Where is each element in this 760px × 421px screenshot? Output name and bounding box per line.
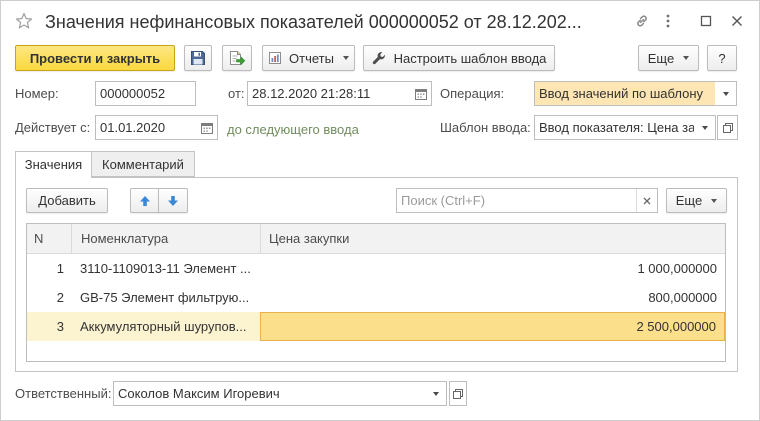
star-icon[interactable] bbox=[15, 12, 33, 30]
row-number: 3 bbox=[56, 319, 64, 334]
table-row[interactable]: 3 Аккумуляторный шурупов... 2 500,000000 bbox=[27, 312, 725, 341]
search-clear-button[interactable] bbox=[636, 189, 657, 212]
valid-from-label: Действует с: bbox=[15, 120, 91, 135]
valid-until-hint: до следующего ввода bbox=[227, 122, 359, 137]
search-input[interactable] bbox=[397, 189, 636, 212]
values-table: N Номенклатура Цена закупки 1 3110-11090… bbox=[26, 223, 726, 362]
more-vertical-icon[interactable] bbox=[660, 13, 676, 29]
close-icon[interactable] bbox=[730, 14, 744, 28]
link-icon[interactable] bbox=[634, 13, 650, 29]
document-form-window: Значения нефинансовых показателей 000000… bbox=[0, 0, 760, 421]
template-label: Шаблон ввода: bbox=[440, 120, 531, 135]
chevron-down-icon bbox=[683, 56, 690, 60]
help-label: ? bbox=[718, 50, 726, 66]
move-down-button[interactable] bbox=[158, 188, 188, 213]
template-value: Ввод показателя: Цена за bbox=[539, 120, 694, 135]
operation-label: Операция: bbox=[440, 86, 505, 101]
row-number: 1 bbox=[56, 261, 64, 276]
search-field[interactable] bbox=[396, 188, 658, 213]
help-button[interactable]: ? bbox=[707, 45, 737, 71]
add-row-label: Добавить bbox=[38, 193, 96, 208]
chevron-down-icon bbox=[342, 56, 349, 60]
configure-template-button[interactable]: Настроить шаблон ввода bbox=[363, 45, 555, 71]
responsible-open-button[interactable] bbox=[449, 381, 467, 406]
date-calendar-button[interactable] bbox=[410, 82, 431, 105]
number-field[interactable]: 000000052 bbox=[95, 81, 196, 106]
row-item[interactable]: GB-75 Элемент фильтрую... bbox=[71, 283, 260, 312]
chevron-down-icon bbox=[711, 198, 718, 203]
arrow-up-icon bbox=[139, 195, 151, 207]
reports-button[interactable]: Отчеты bbox=[262, 45, 355, 71]
tab-values-label: Значения bbox=[24, 157, 83, 172]
row-number: 2 bbox=[56, 290, 64, 305]
table-row[interactable]: 1 3110-1109013-11 Элемент ... 1 000,0000… bbox=[27, 254, 725, 283]
column-header-price[interactable]: Цена закупки bbox=[260, 224, 725, 253]
responsible-dropdown-button[interactable] bbox=[425, 382, 446, 405]
maximize-icon[interactable] bbox=[699, 14, 713, 28]
responsible-select[interactable]: Соколов Максим Игоревич bbox=[113, 381, 447, 406]
reports-icon bbox=[268, 51, 282, 65]
tab-comment-label: Комментарий bbox=[102, 157, 184, 172]
valid-from-field[interactable]: 01.01.2020 bbox=[95, 115, 218, 140]
responsible-value: Соколов Максим Игоревич bbox=[118, 386, 280, 401]
post-and-close-label: Провести и закрыть bbox=[29, 50, 161, 66]
tab-values[interactable]: Значения bbox=[15, 151, 92, 178]
window-title: Значения нефинансовых показателей 000000… bbox=[45, 12, 582, 32]
move-up-button[interactable] bbox=[130, 188, 159, 213]
operation-dropdown-button[interactable] bbox=[715, 82, 736, 105]
date-field[interactable]: 28.12.2020 21:28:11 bbox=[247, 81, 432, 106]
date-label: от: bbox=[228, 86, 245, 101]
responsible-label: Ответственный: bbox=[15, 386, 112, 401]
clear-icon bbox=[642, 196, 652, 206]
template-open-button[interactable] bbox=[717, 115, 738, 140]
valid-from-calendar-button[interactable] bbox=[196, 116, 217, 139]
add-row-button[interactable]: Добавить bbox=[26, 188, 108, 213]
valid-from-value: 01.01.2020 bbox=[100, 120, 166, 135]
row-price[interactable]: 2 500,000000 bbox=[260, 312, 725, 341]
row-price[interactable]: 800,000000 bbox=[260, 283, 725, 312]
operation-select[interactable]: Ввод значений по шаблону bbox=[534, 81, 737, 106]
template-dropdown-button[interactable] bbox=[694, 116, 715, 139]
table-more-label: Еще bbox=[675, 193, 703, 208]
dropdown-arrow-icon bbox=[432, 391, 439, 396]
number-label: Номер: bbox=[15, 86, 59, 101]
post-document-icon bbox=[228, 50, 246, 66]
more-label: Еще bbox=[647, 50, 675, 66]
template-select[interactable]: Ввод показателя: Цена за bbox=[534, 115, 716, 140]
calendar-icon bbox=[414, 87, 428, 101]
post-and-close-button[interactable]: Провести и закрыть bbox=[15, 45, 175, 71]
dropdown-arrow-icon bbox=[722, 91, 729, 96]
post-button[interactable] bbox=[222, 45, 252, 71]
dropdown-arrow-icon bbox=[701, 125, 708, 130]
calendar-icon bbox=[200, 121, 214, 135]
table-more-button[interactable]: Еще bbox=[666, 188, 727, 213]
date-value: 28.12.2020 21:28:11 bbox=[252, 86, 371, 101]
tab-comment[interactable]: Комментарий bbox=[91, 151, 195, 177]
number-value: 000000052 bbox=[100, 86, 166, 101]
save-icon bbox=[190, 50, 206, 66]
reports-label: Отчеты bbox=[289, 50, 334, 66]
operation-value: Ввод значений по шаблону bbox=[535, 82, 715, 105]
row-item[interactable]: Аккумуляторный шурупов... bbox=[71, 312, 260, 341]
configure-template-label: Настроить шаблон ввода bbox=[393, 50, 547, 66]
row-item[interactable]: 3110-1109013-11 Элемент ... bbox=[71, 254, 260, 283]
more-button[interactable]: Еще bbox=[638, 45, 699, 71]
column-header-n[interactable]: N bbox=[27, 224, 71, 253]
row-price[interactable]: 1 000,000000 bbox=[260, 254, 725, 283]
column-header-item[interactable]: Номенклатура bbox=[71, 224, 260, 253]
open-icon bbox=[722, 122, 734, 134]
arrow-down-icon bbox=[167, 195, 179, 207]
open-icon bbox=[452, 388, 464, 400]
table-row[interactable]: 2 GB-75 Элемент фильтрую... 800,000000 bbox=[27, 283, 725, 312]
save-button[interactable] bbox=[184, 45, 212, 71]
wrench-icon bbox=[372, 51, 387, 66]
table-header: N Номенклатура Цена закупки bbox=[27, 224, 725, 254]
